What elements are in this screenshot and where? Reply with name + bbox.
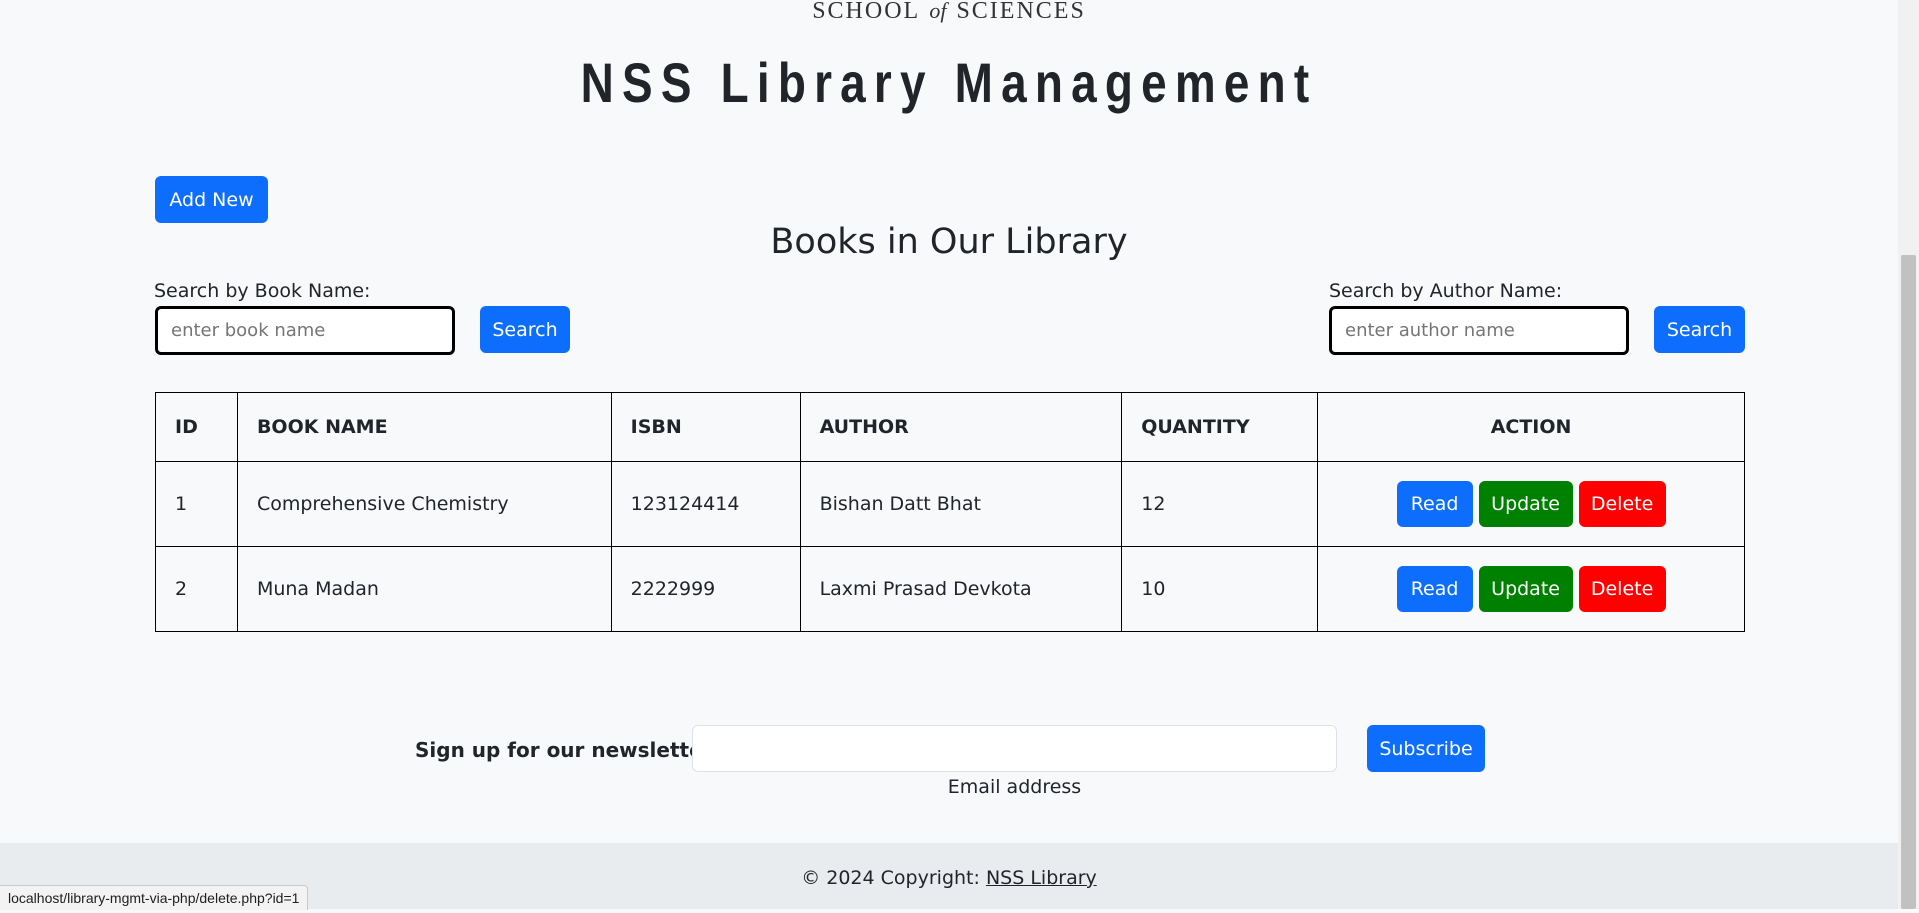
cell-book-name: Comprehensive Chemistry <box>236 461 612 547</box>
vertical-scrollbar[interactable] <box>1898 0 1919 909</box>
read-button[interactable]: Read <box>1396 481 1473 527</box>
cell-quantity: 10 <box>1121 546 1319 632</box>
column-header-author: AUTHOR <box>799 392 1123 462</box>
cell-author: Bishan Datt Bhat <box>799 461 1123 547</box>
logo-word-sciences: SCIENCES <box>956 0 1086 24</box>
search-book-input[interactable] <box>155 306 455 355</box>
page-title: NSS Library Management <box>580 51 1318 114</box>
cell-isbn: 123124414 <box>610 461 801 547</box>
subscribe-button[interactable]: Subscribe <box>1367 725 1485 772</box>
logo-word-of: of <box>929 0 947 23</box>
search-author-label: Search by Author Name: <box>1329 280 1563 302</box>
cell-id: 1 <box>155 461 238 547</box>
cell-id: 2 <box>155 546 238 632</box>
footer-copyright: © 2024 Copyright: <box>801 867 980 889</box>
search-author-input[interactable] <box>1329 306 1629 355</box>
scrollbar-thumb[interactable] <box>1901 255 1916 909</box>
status-bar-url: localhost/library-mgmt-via-php/delete.ph… <box>0 885 309 910</box>
cell-book-name: Muna Madan <box>236 546 612 632</box>
table-row: 1 Comprehensive Chemistry 123124414 Bish… <box>155 461 1745 547</box>
add-new-button[interactable]: Add New <box>155 176 268 223</box>
search-book-button[interactable]: Search <box>480 306 570 353</box>
search-author-button[interactable]: Search <box>1654 306 1745 353</box>
column-header-action: ACTION <box>1317 392 1745 462</box>
page: SCHOOL of SCIENCES NSS Library Managemen… <box>0 0 1898 909</box>
email-caption: Email address <box>947 776 1082 798</box>
delete-button[interactable]: Delete <box>1578 566 1666 612</box>
read-button[interactable]: Read <box>1396 566 1473 612</box>
update-button[interactable]: Update <box>1478 481 1573 527</box>
section-title: Books in Our Library <box>770 222 1128 262</box>
column-header-isbn: ISBN <box>610 392 801 462</box>
column-header-quantity: QUANTITY <box>1121 392 1319 462</box>
search-book-label: Search by Book Name: <box>154 280 371 302</box>
column-header-book-name: BOOK NAME <box>236 392 612 462</box>
table-row: 2 Muna Madan 2222999 Laxmi Prasad Devkot… <box>155 546 1745 632</box>
cell-actions: Read Update Delete <box>1317 546 1745 632</box>
books-table: ID BOOK NAME ISBN AUTHOR QUANTITY ACTION… <box>155 392 1745 632</box>
newsletter-label: Sign up for our newsletter <box>415 738 713 762</box>
cell-author: Laxmi Prasad Devkota <box>799 546 1123 632</box>
cell-quantity: 12 <box>1121 461 1319 547</box>
school-logo: SCHOOL of SCIENCES <box>0 0 1898 25</box>
cell-actions: Read Update Delete <box>1317 461 1745 547</box>
logo-word-school: SCHOOL <box>812 0 920 24</box>
cell-isbn: 2222999 <box>610 546 801 632</box>
footer-link[interactable]: NSS Library <box>986 867 1097 889</box>
column-header-id: ID <box>155 392 238 462</box>
delete-button[interactable]: Delete <box>1578 481 1666 527</box>
newsletter-email-input[interactable] <box>692 725 1337 772</box>
table-header-row: ID BOOK NAME ISBN AUTHOR QUANTITY ACTION <box>155 392 1745 462</box>
update-button[interactable]: Update <box>1478 566 1573 612</box>
